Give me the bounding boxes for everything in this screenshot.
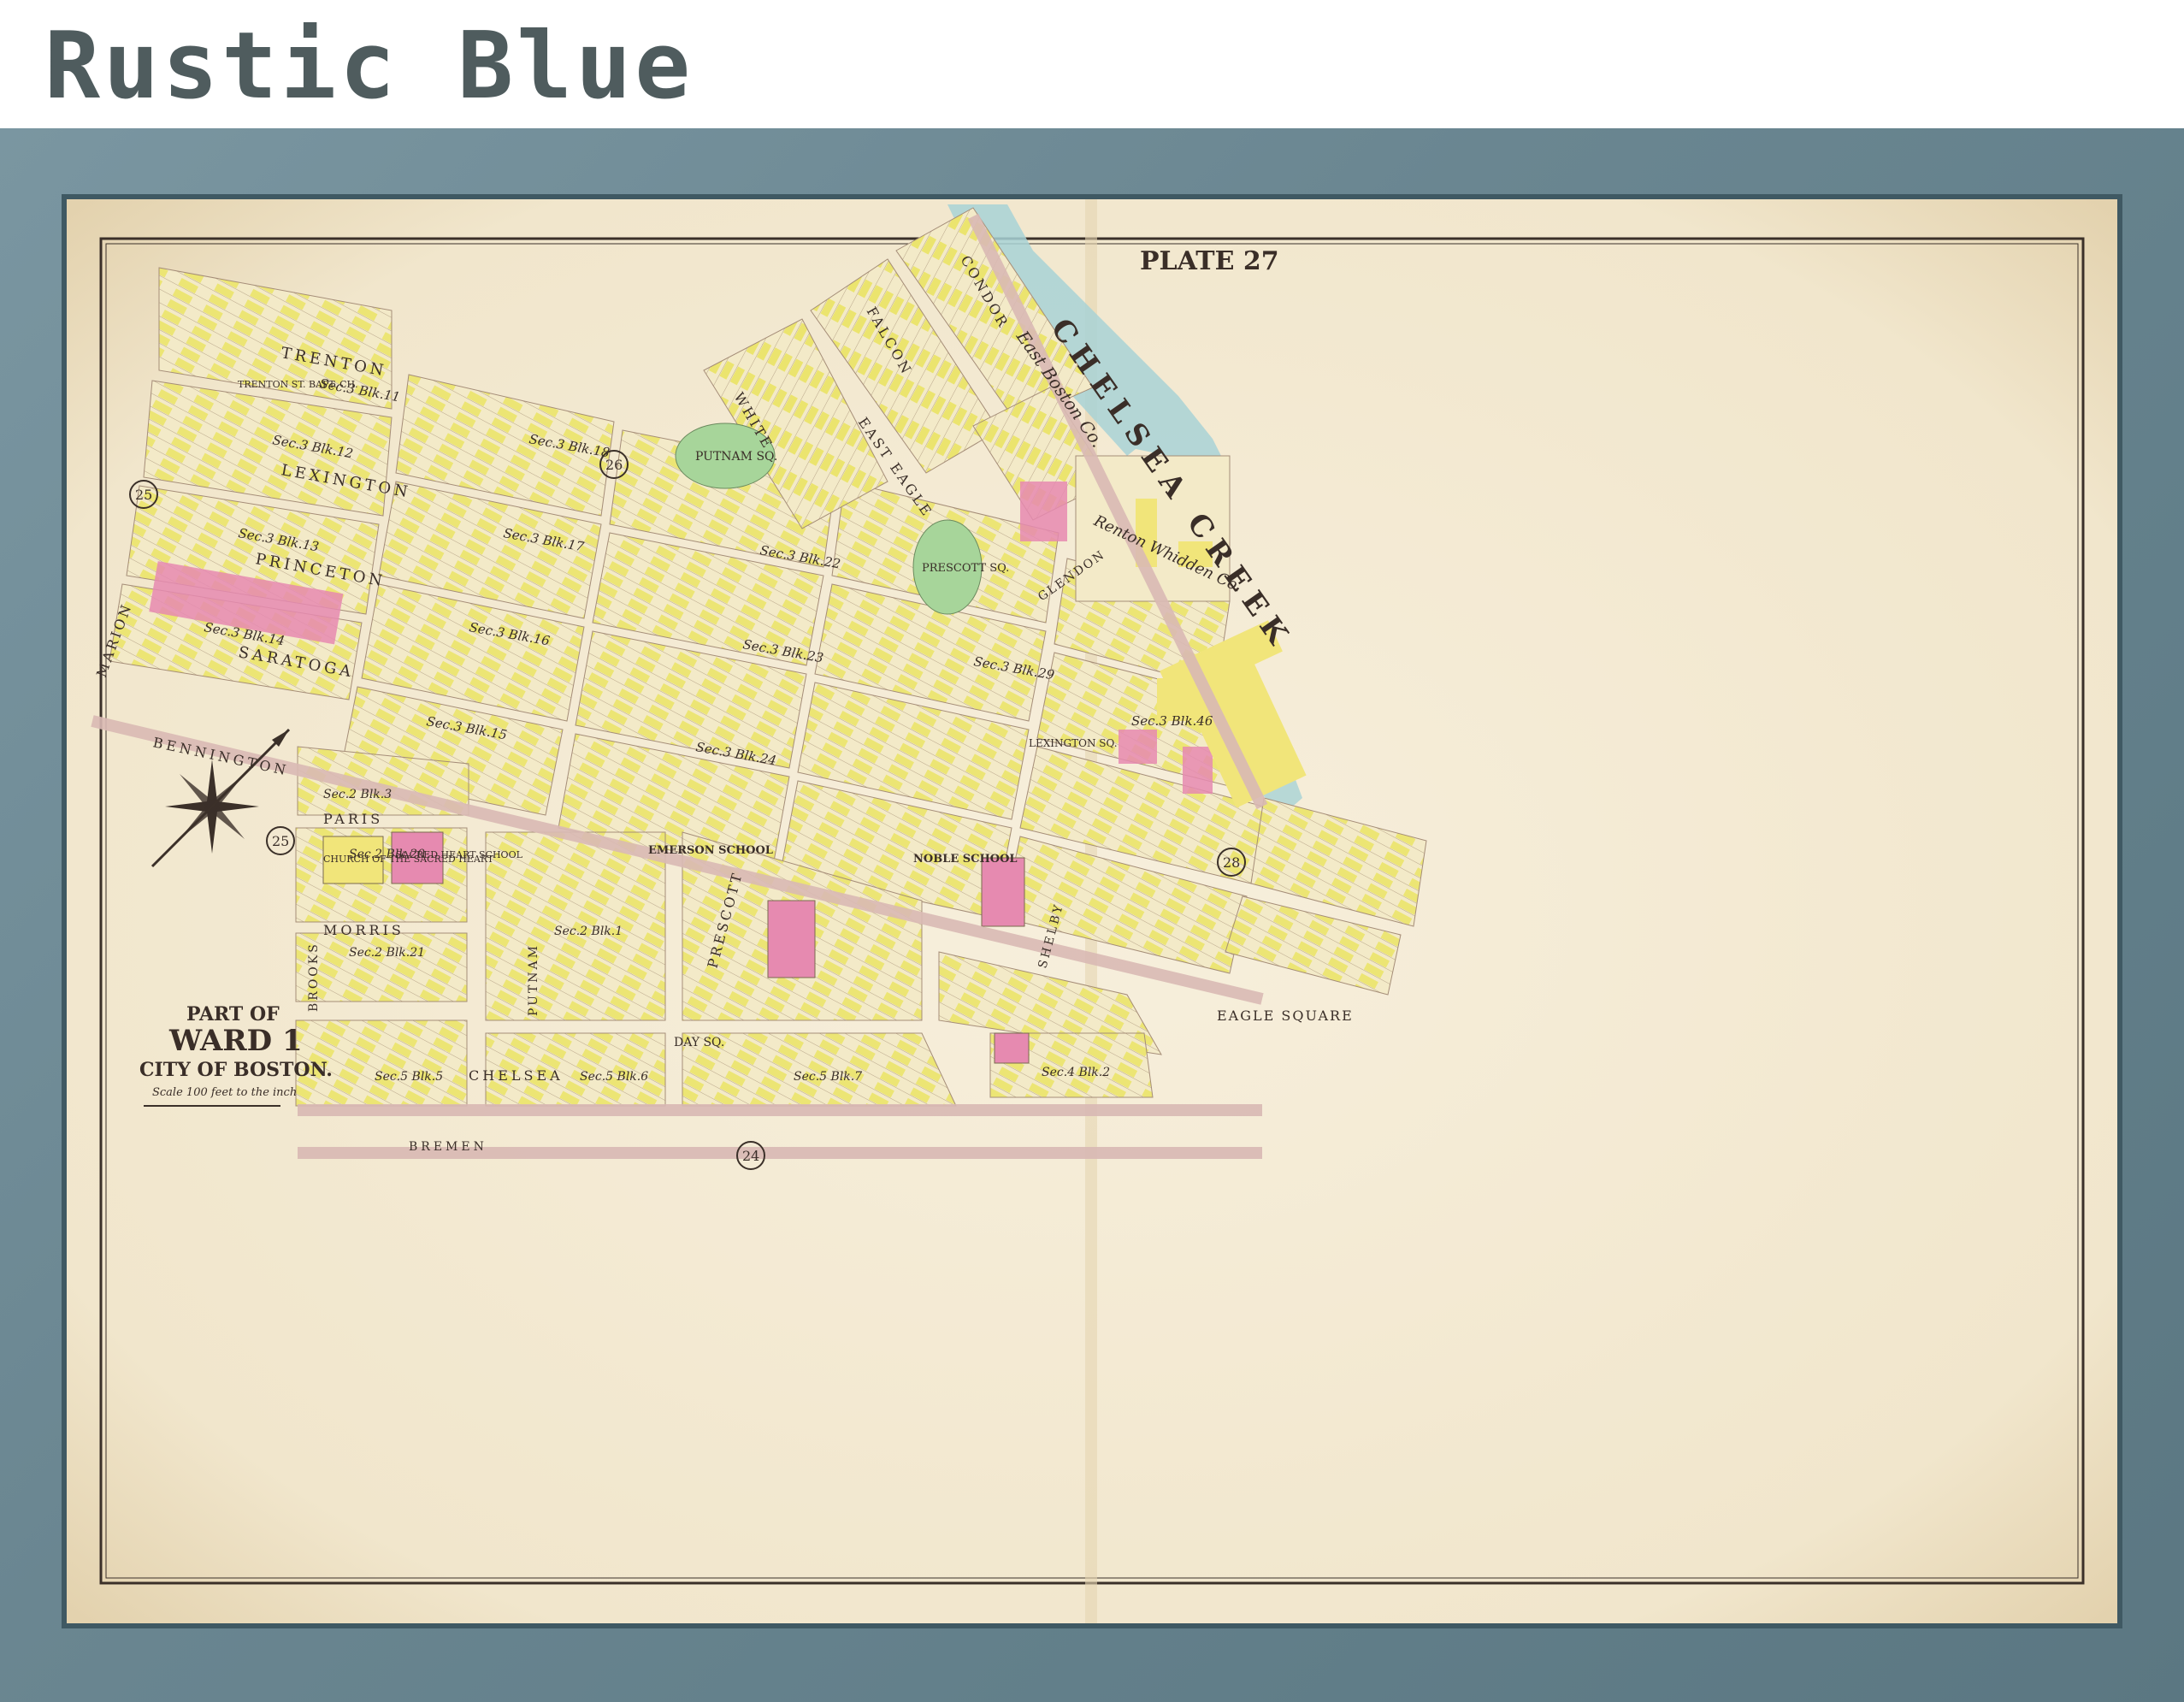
section-label: Sec.2 Blk.1 bbox=[554, 925, 623, 938]
putnam-sq-label: PUTNAM SQ. bbox=[695, 450, 777, 464]
lexington-sq-label: LEXINGTON SQ. bbox=[1029, 737, 1118, 749]
section-label: Sec.2 Blk.20 bbox=[349, 848, 425, 861]
section-label: Sec.5 Blk.6 bbox=[580, 1070, 648, 1084]
section-label: Sec.2 Blk.3 bbox=[323, 788, 392, 801]
svg-text:28: 28 bbox=[1223, 854, 1240, 871]
street-paris: PARIS bbox=[323, 811, 383, 827]
emerson-school-label: EMERSON SCHOOL bbox=[648, 844, 773, 857]
svg-text:24: 24 bbox=[742, 1148, 759, 1164]
map-canvas: PLATE 27 CHELSEA CREEK East Boston Co. T… bbox=[67, 199, 2117, 1623]
cartouche-line2: WARD 1 bbox=[168, 1024, 303, 1058]
section-label: Sec.5 Blk.7 bbox=[794, 1070, 862, 1084]
section-label: Sec.2 Blk.21 bbox=[349, 946, 425, 960]
picture-frame: PLATE 27 CHELSEA CREEK East Boston Co. T… bbox=[0, 128, 2184, 1702]
prescott-sq-label: PRESCOTT SQ. bbox=[922, 562, 1009, 575]
svg-text:26: 26 bbox=[605, 457, 623, 473]
noble-school-label: NOBLE SCHOOL bbox=[913, 853, 1018, 866]
street-brooks: BROOKS bbox=[307, 942, 321, 1012]
cartouche-line3: CITY OF BOSTON. bbox=[139, 1059, 333, 1081]
street-bremen: BREMEN bbox=[409, 1140, 487, 1154]
street-chelsea: CHELSEA bbox=[469, 1067, 564, 1084]
plate-number: PLATE 27 bbox=[1140, 246, 1279, 276]
street-morris: MORRIS bbox=[323, 922, 404, 938]
cartouche-scale: Scale 100 feet to the inch bbox=[152, 1086, 297, 1099]
svg-text:25: 25 bbox=[135, 487, 152, 503]
svg-text:25: 25 bbox=[272, 833, 289, 849]
page-title: Rustic Blue bbox=[44, 13, 694, 120]
street-putnam: PUTNAM bbox=[527, 943, 540, 1016]
section-label: Sec.4 Blk.2 bbox=[1042, 1066, 1110, 1079]
day-sq-label: DAY SQ. bbox=[674, 1036, 724, 1049]
map-mat: PLATE 27 CHELSEA CREEK East Boston Co. T… bbox=[67, 199, 2117, 1623]
section-label: Sec.5 Blk.5 bbox=[375, 1070, 443, 1084]
section-label: Sec.3 Blk.46 bbox=[1131, 713, 1213, 729]
eagle-square-label: EAGLE SQUARE bbox=[1217, 1008, 1354, 1024]
cartouche-line1: PART OF bbox=[186, 1003, 280, 1025]
